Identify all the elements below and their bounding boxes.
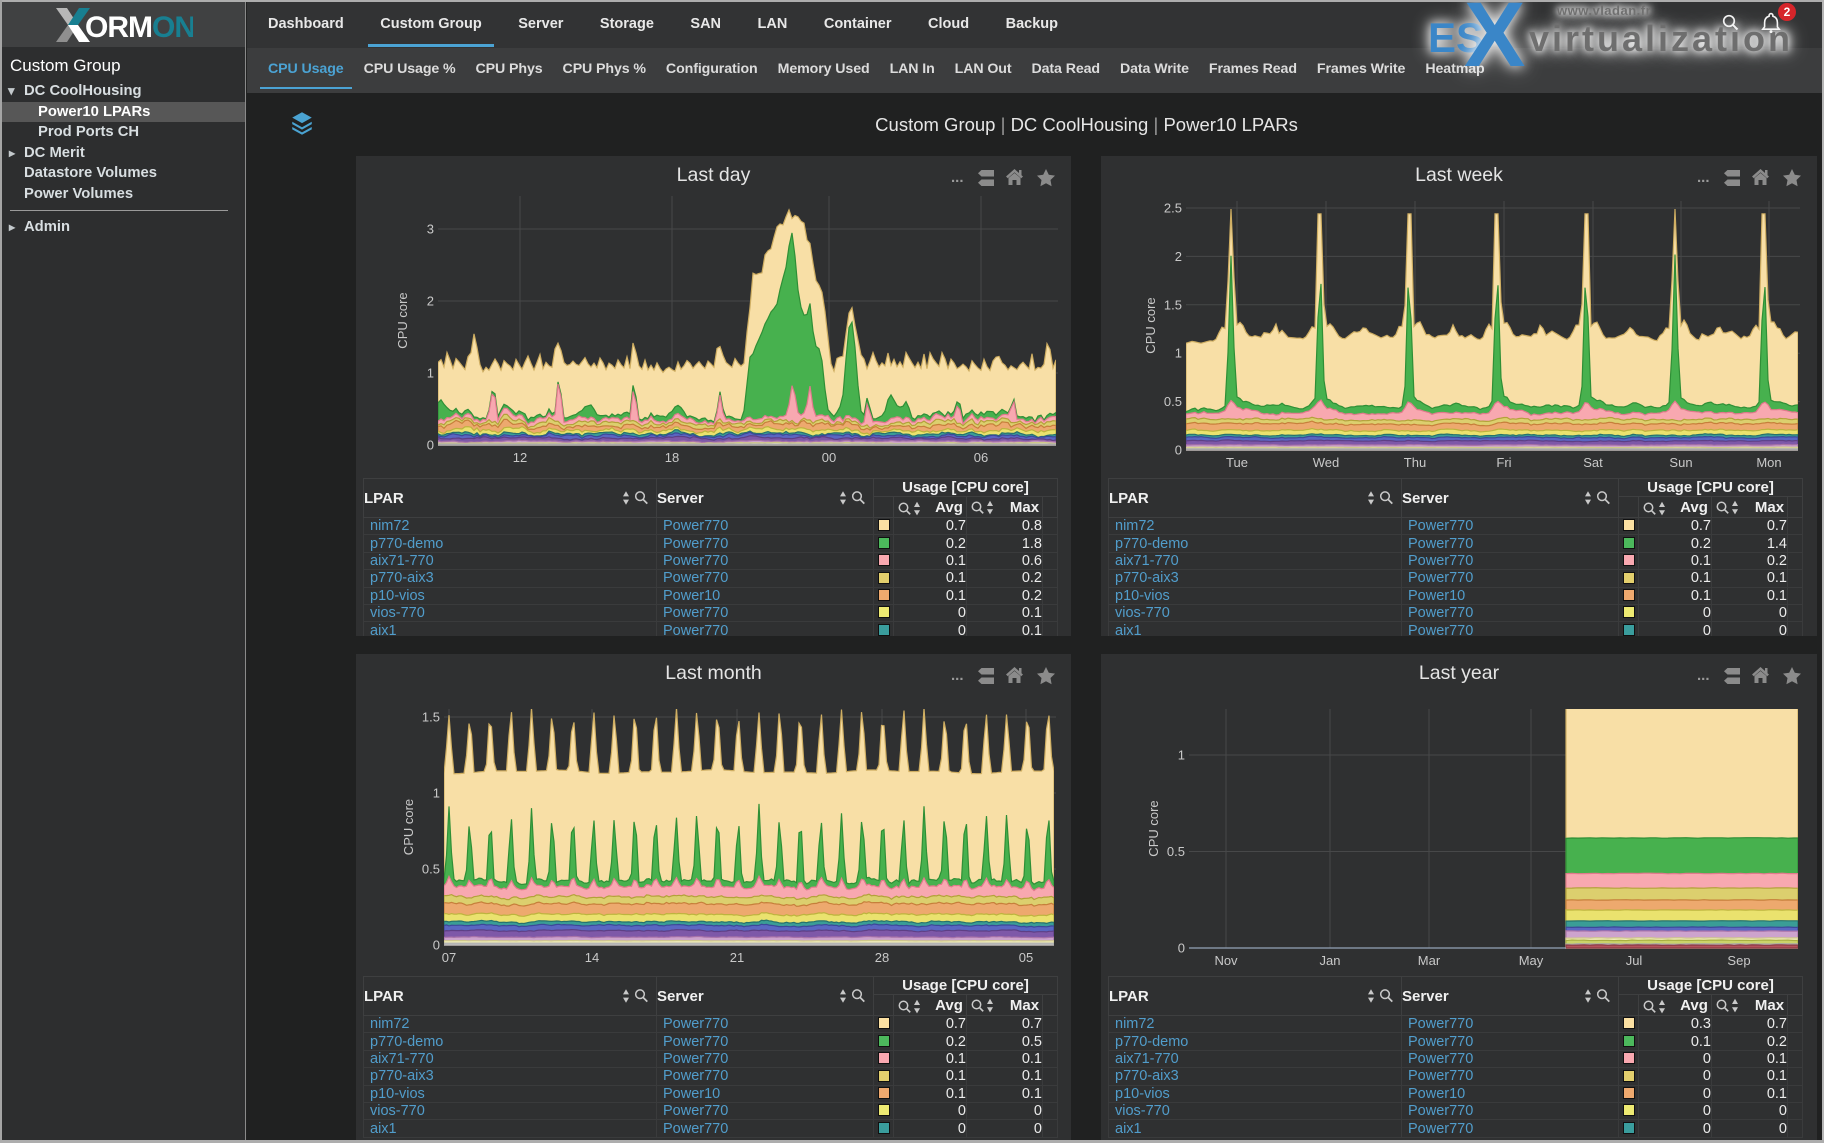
svg-text:Mar: Mar (1418, 953, 1441, 968)
svg-text:May: May (1519, 953, 1544, 968)
svg-text:1: 1 (1175, 346, 1182, 361)
svg-text:Sun: Sun (1669, 455, 1692, 470)
svg-text:0: 0 (1175, 443, 1182, 458)
svg-text:14: 14 (585, 950, 599, 965)
svg-text:Nov: Nov (1214, 953, 1238, 968)
svg-text:Sat: Sat (1583, 455, 1603, 470)
svg-text:Thu: Thu (1404, 455, 1426, 470)
svg-text:0.5: 0.5 (1167, 844, 1185, 859)
svg-text:Jul: Jul (1626, 953, 1643, 968)
svg-text:1: 1 (1178, 748, 1185, 763)
svg-text:...: ... (1697, 169, 1710, 186)
svg-text:0.5: 0.5 (422, 862, 440, 877)
svg-text:CPU core: CPU core (1143, 297, 1158, 353)
svg-text:CPU core: CPU core (401, 799, 416, 855)
svg-text:06: 06 (974, 450, 988, 465)
svg-text:...: ... (951, 169, 964, 186)
svg-text:3: 3 (427, 222, 434, 237)
svg-text:Jan: Jan (1320, 953, 1341, 968)
svg-text:CPU core: CPU core (395, 292, 410, 348)
svg-text:28: 28 (875, 950, 889, 965)
svg-text:12: 12 (513, 450, 527, 465)
svg-text:1: 1 (427, 366, 434, 381)
svg-text:Tue: Tue (1226, 455, 1248, 470)
svg-text:0: 0 (1178, 941, 1185, 956)
svg-text:2: 2 (427, 294, 434, 309)
svg-text:Wed: Wed (1313, 455, 1340, 470)
svg-text:18: 18 (665, 450, 679, 465)
svg-text:00: 00 (822, 450, 836, 465)
svg-text:1.5: 1.5 (1164, 297, 1182, 312)
svg-text:05: 05 (1019, 950, 1033, 965)
svg-text:07: 07 (442, 950, 456, 965)
svg-text:ORMON: ORMON (85, 11, 193, 43)
svg-text:0.5: 0.5 (1164, 394, 1182, 409)
svg-text:Mon: Mon (1756, 455, 1781, 470)
svg-text:...: ... (1697, 667, 1710, 684)
svg-text:Sep: Sep (1727, 953, 1750, 968)
svg-text:1.5: 1.5 (422, 710, 440, 725)
svg-text:0: 0 (433, 938, 440, 953)
svg-text:21: 21 (730, 950, 744, 965)
svg-text:0: 0 (427, 438, 434, 453)
svg-text:2.5: 2.5 (1164, 201, 1182, 216)
svg-text:...: ... (951, 667, 964, 684)
svg-text:Fri: Fri (1496, 455, 1511, 470)
svg-text:2: 2 (1175, 249, 1182, 264)
svg-text:1: 1 (433, 786, 440, 801)
svg-text:CPU core: CPU core (1146, 800, 1161, 856)
